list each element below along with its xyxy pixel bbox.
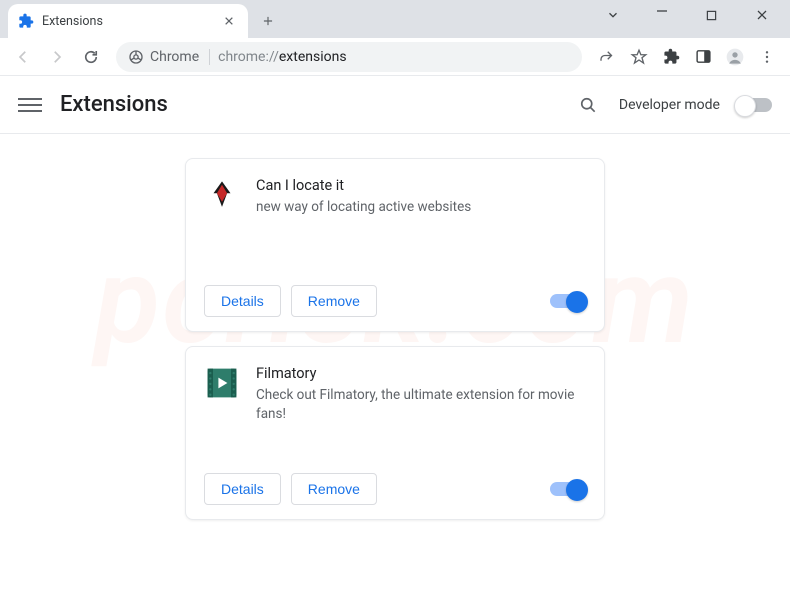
page-title: Extensions xyxy=(60,92,168,117)
chrome-menu-button[interactable] xyxy=(752,42,782,72)
chip-label: Chrome xyxy=(150,49,199,65)
window-minimize-button[interactable] xyxy=(656,5,684,17)
search-extensions-button[interactable] xyxy=(573,90,603,120)
menu-button[interactable] xyxy=(18,98,42,112)
site-chip[interactable]: Chrome xyxy=(128,49,210,65)
extension-description: new way of locating active websites xyxy=(256,198,471,217)
back-button[interactable] xyxy=(8,42,38,72)
chrome-logo-icon xyxy=(128,49,144,65)
window-maximize-button[interactable] xyxy=(706,10,734,21)
extension-card: Filmatory Check out Filmatory, the ultim… xyxy=(185,346,605,520)
remove-button[interactable]: Remove xyxy=(291,473,377,505)
url-text: chrome://extensions xyxy=(218,49,346,65)
omnibox[interactable]: Chrome chrome://extensions xyxy=(116,42,582,72)
tab-search-chevron-icon[interactable] xyxy=(606,8,634,22)
details-button[interactable]: Details xyxy=(204,473,281,505)
profile-button[interactable] xyxy=(720,42,750,72)
remove-button[interactable]: Remove xyxy=(291,285,377,317)
tab-close-button[interactable] xyxy=(220,14,238,28)
extensions-menu-button[interactable] xyxy=(656,42,686,72)
developer-mode-label: Developer mode xyxy=(619,97,720,113)
window-close-button[interactable] xyxy=(756,9,784,21)
forward-button[interactable] xyxy=(42,42,72,72)
side-panel-button[interactable] xyxy=(688,42,718,72)
bookmark-button[interactable] xyxy=(624,42,654,72)
details-button[interactable]: Details xyxy=(204,285,281,317)
extension-icon xyxy=(204,365,240,401)
extension-name: Filmatory xyxy=(256,365,586,382)
extension-description: Check out Filmatory, the ultimate extens… xyxy=(256,386,586,424)
new-tab-button[interactable] xyxy=(254,7,282,35)
extensions-list: Can I locate it new way of locating acti… xyxy=(0,134,790,544)
extensions-page-header: Extensions Developer mode xyxy=(0,76,790,134)
developer-mode-toggle[interactable] xyxy=(736,98,772,112)
tab-title: Extensions xyxy=(42,14,103,29)
extension-name: Can I locate it xyxy=(256,177,471,194)
browser-toolbar: Chrome chrome://extensions xyxy=(0,38,790,76)
share-button[interactable] xyxy=(592,42,622,72)
tab-extensions[interactable]: Extensions xyxy=(8,4,248,38)
extension-enable-toggle[interactable] xyxy=(550,294,586,308)
reload-button[interactable] xyxy=(76,42,106,72)
extension-card: Can I locate it new way of locating acti… xyxy=(185,158,605,332)
window-controls xyxy=(606,8,784,22)
extensions-favicon-icon xyxy=(18,13,34,29)
extension-enable-toggle[interactable] xyxy=(550,482,586,496)
extension-icon xyxy=(204,177,240,213)
